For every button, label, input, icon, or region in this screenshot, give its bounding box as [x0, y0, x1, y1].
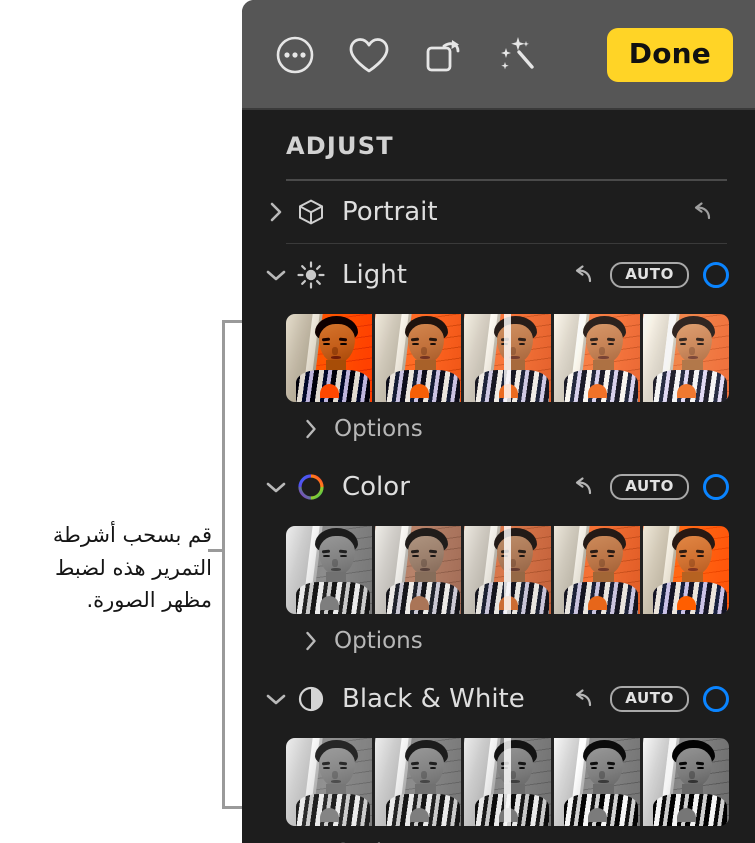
slider-thumbnail[interactable] — [375, 526, 462, 614]
reset-button-color[interactable] — [566, 470, 600, 504]
chevron-right-icon[interactable] — [300, 630, 322, 652]
slider-thumbnail[interactable] — [464, 738, 551, 826]
reset-button-light[interactable] — [566, 258, 600, 292]
slider-thumbnail[interactable] — [553, 526, 640, 614]
cube-icon — [294, 197, 328, 227]
auto-button-color[interactable]: AUTO — [610, 474, 689, 500]
slider-thumbnail[interactable] — [286, 738, 373, 826]
slider-strip-black-and-white[interactable] — [286, 738, 729, 826]
section-label-black-and-white: Black & White — [342, 684, 525, 714]
rotate-button[interactable] — [412, 24, 474, 86]
panel-title: ADJUST — [286, 132, 394, 160]
slider-thumbnail[interactable] — [286, 526, 373, 614]
enhance-button[interactable] — [486, 24, 548, 86]
section-label-portrait: Portrait — [342, 197, 438, 227]
slider-thumbnail[interactable] — [286, 314, 373, 402]
slider-thumbnail[interactable] — [553, 738, 640, 826]
photo-editor-window: Done ADJUST Portrait Light AUTO Options … — [242, 0, 755, 843]
annotation-layer: قم بسحب أشرطة التمرير هذه لضبط مظهر الصو… — [0, 0, 242, 843]
chevron-down-icon[interactable] — [264, 479, 288, 495]
favorite-heart-icon — [346, 33, 392, 77]
section-row-black-and-white[interactable]: Black & White AUTO — [262, 668, 735, 730]
slider-thumbnail[interactable] — [375, 314, 462, 402]
more-options-button[interactable] — [264, 24, 326, 86]
slider-strip-light[interactable] — [286, 314, 729, 402]
adjust-panel: ADJUST Portrait Light AUTO Options Color… — [242, 110, 755, 843]
section-row-light[interactable]: Light AUTO — [262, 244, 735, 306]
chevron-down-icon[interactable] — [264, 691, 288, 707]
done-button[interactable]: Done — [606, 28, 733, 82]
slider-thumbnail[interactable] — [642, 526, 729, 614]
auto-button-light[interactable]: AUTO — [610, 262, 689, 288]
rotate-icon — [420, 32, 466, 78]
callout-bracket — [222, 320, 242, 809]
slider-strip-color[interactable] — [286, 526, 729, 614]
color-wheel-icon — [294, 472, 328, 502]
options-row-black-and-white[interactable]: Options — [286, 826, 735, 843]
reset-button-portrait[interactable] — [685, 195, 719, 229]
section-label-light: Light — [342, 260, 407, 290]
section-label-color: Color — [342, 472, 410, 502]
slider-thumbnail[interactable] — [375, 738, 462, 826]
sun-icon — [294, 260, 328, 290]
contrast-half-circle-icon — [294, 684, 328, 714]
section-row-portrait[interactable]: Portrait — [262, 181, 735, 243]
slider-thumbnail[interactable] — [464, 526, 551, 614]
section-row-color[interactable]: Color AUTO — [262, 456, 735, 518]
reset-button-black-and-white[interactable] — [566, 682, 600, 716]
chevron-down-icon[interactable] — [264, 267, 288, 283]
slider-thumbnail[interactable] — [553, 314, 640, 402]
chevron-right-icon[interactable] — [300, 418, 322, 440]
callout-text: قم بسحب أشرطة التمرير هذه لضبط مظهر الصو… — [52, 523, 212, 613]
editor-toolbar: Done — [242, 0, 755, 110]
toggle-ring-color[interactable] — [703, 474, 729, 500]
enhance-magic-wand-icon — [493, 32, 541, 78]
toggle-ring-black-and-white[interactable] — [703, 686, 729, 712]
options-label: Options — [334, 628, 423, 654]
toggle-ring-light[interactable] — [703, 262, 729, 288]
slider-thumbnail[interactable] — [464, 314, 551, 402]
chevron-right-icon[interactable] — [264, 200, 288, 224]
auto-button-black-and-white[interactable]: AUTO — [610, 686, 689, 712]
options-label: Options — [334, 416, 423, 442]
slider-thumbnail[interactable] — [642, 314, 729, 402]
favorite-button[interactable] — [338, 24, 400, 86]
more-options-icon — [273, 33, 317, 77]
slider-thumbnail[interactable] — [642, 738, 729, 826]
options-row-color[interactable]: Options — [286, 614, 735, 668]
options-row-light[interactable]: Options — [286, 402, 735, 456]
